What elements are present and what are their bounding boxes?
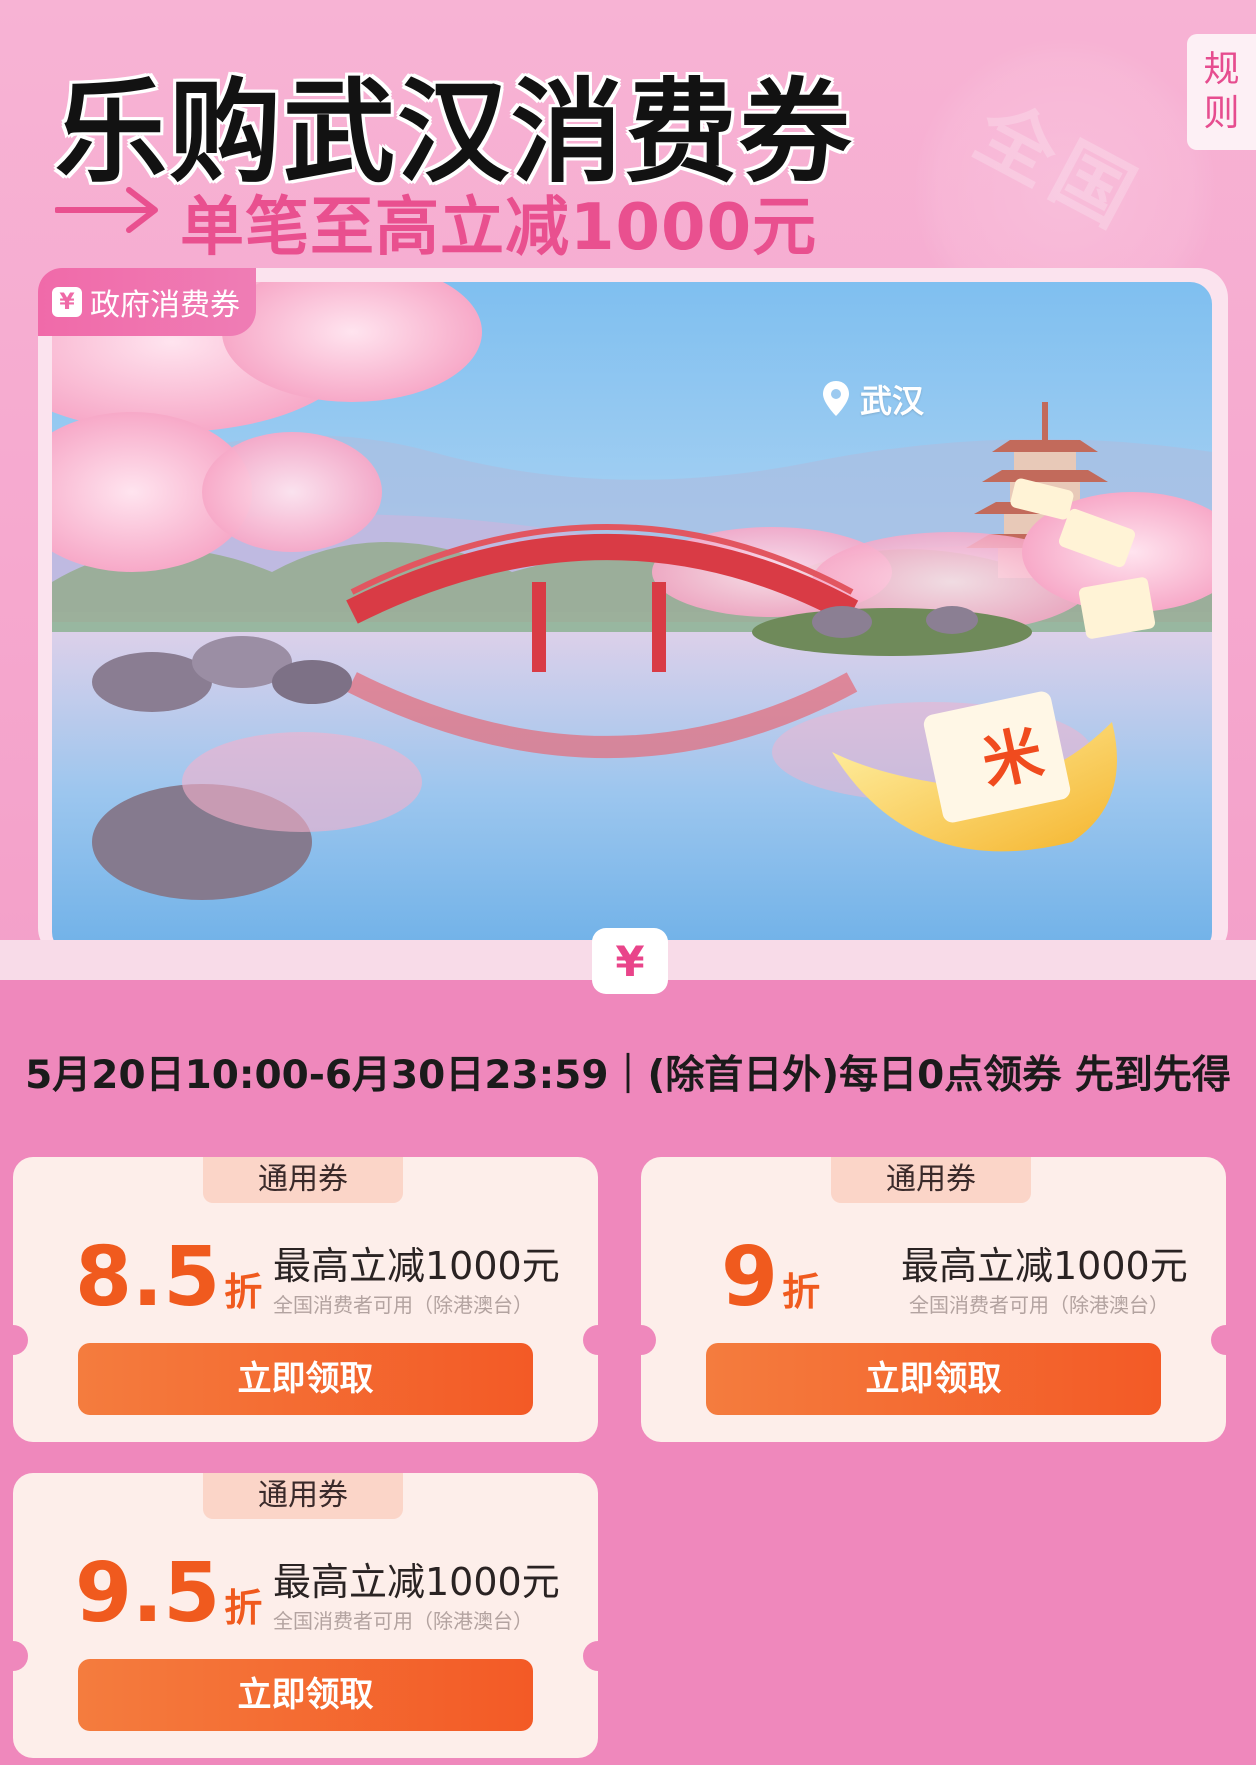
claim-coupon-button[interactable]: 立即领取	[706, 1343, 1161, 1415]
coupon-discount-unit: 折	[782, 1270, 821, 1314]
coupon-limit: 最高立减1000元	[273, 1560, 560, 1604]
coupon-scope: 全国消费者可用（除港澳台）	[273, 1609, 533, 1633]
claim-coupon-button[interactable]: 立即领取	[78, 1343, 533, 1415]
campaign-date-info: 5月20日10:00-6月30日23:59｜(除首日外)每日0点领券 先到先得	[25, 1053, 1231, 1098]
coupon-discount: 9 折	[721, 1219, 820, 1337]
coupon-discount: 9.5 折	[75, 1535, 262, 1653]
coupon-card: 通用券 8.5 折 最高立减1000元 全国消费者可用（除港澳台） 立即领取	[0, 1157, 613, 1442]
coupon-card: 通用券 9.5 折 最高立减1000元 全国消费者可用（除港澳台） 立即领取	[0, 1473, 613, 1758]
coupon-discount-value: 8.5	[75, 1230, 221, 1325]
coupon-discount-unit: 折	[224, 1586, 263, 1630]
coupon-limit: 最高立减1000元	[901, 1244, 1188, 1288]
cherry-blossom-scene-illustration: 米	[52, 282, 1212, 954]
coupon-type-tag: 通用券	[203, 1473, 403, 1519]
yen-icon: ¥	[52, 287, 82, 317]
coupon-discount-value: 9.5	[75, 1546, 221, 1641]
government-coupon-label: 政府消费券	[90, 288, 240, 323]
yen-tab-icon: ¥	[592, 928, 668, 994]
coupon-type-tag: 通用券	[831, 1157, 1031, 1203]
location-label: 武汉	[822, 376, 924, 422]
government-coupon-tag: ¥ 政府消费券	[38, 268, 256, 336]
coupon-card: 通用券 9 折 最高立减1000元 全国消费者可用（除港澳台） 立即领取	[626, 1157, 1241, 1442]
coupon-discount: 8.5 折	[75, 1219, 262, 1337]
rules-button[interactable]: 规 则	[1187, 34, 1256, 150]
arrow-right-icon	[55, 187, 158, 233]
coupon-discount-unit: 折	[224, 1270, 263, 1314]
rules-label-2: 则	[1203, 93, 1240, 134]
claim-coupon-button[interactable]: 立即领取	[78, 1659, 533, 1731]
coupon-scope: 全国消费者可用（除港澳台）	[273, 1293, 533, 1317]
coupon-type-tag: 通用券	[203, 1157, 403, 1203]
coupon-limit: 最高立减1000元	[273, 1244, 560, 1288]
page-subtitle: 单笔至高立减1000元	[180, 191, 818, 265]
location-pin-icon	[823, 381, 849, 416]
rules-label-1: 规	[1203, 49, 1240, 90]
coupon-scope: 全国消费者可用（除港澳台）	[909, 1293, 1169, 1317]
coupon-discount-value: 9	[721, 1230, 779, 1325]
location-text: 武汉	[860, 382, 925, 420]
